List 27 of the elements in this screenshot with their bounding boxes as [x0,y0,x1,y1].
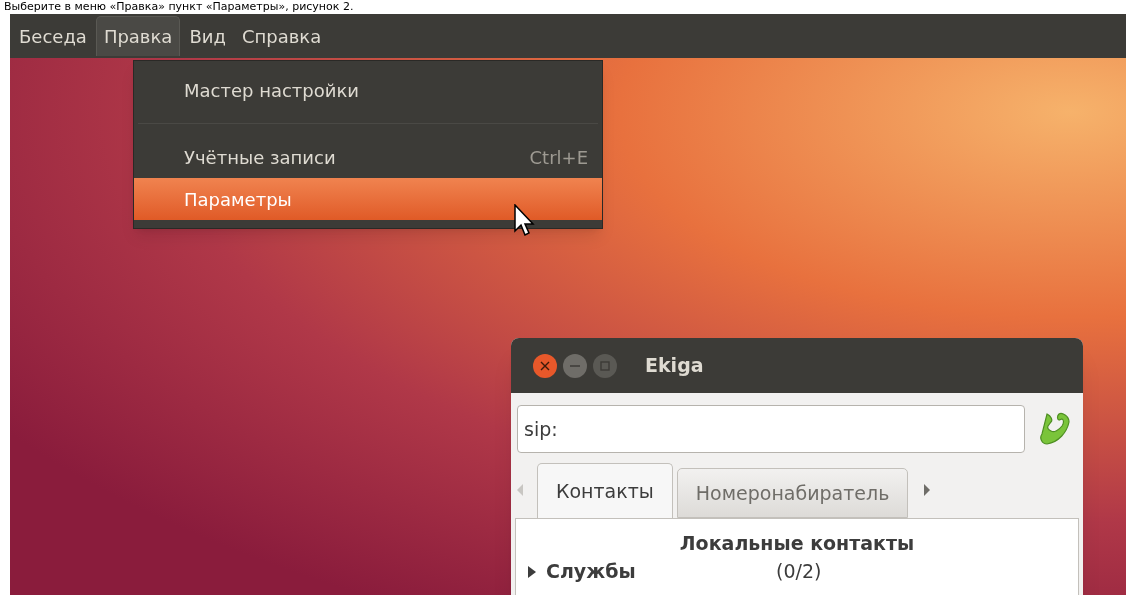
menu-title[interactable]: Правка [95,16,181,56]
minimize-icon [570,364,580,367]
contact-group[interactable]: Службы (0/2) [526,557,1068,586]
expander-icon[interactable] [526,565,538,578]
menu-item-label: Параметры [184,187,292,212]
caption: Выберите в меню «Правка» пункт «Параметры», рисунок 2. [3,0,355,14]
window-title: Ekiga [645,353,704,379]
menu-item[interactable]: Мастер настройки [134,69,602,111]
tab[interactable]: Контакты [537,463,673,518]
group-name: Службы [546,559,637,585]
close-icon [540,360,550,371]
tab[interactable]: Номеронабиратель [676,468,909,518]
maximize-icon [600,360,610,371]
menu-title[interactable]: Справка [234,16,329,56]
menu-title[interactable]: Вид [182,16,233,56]
menu-item[interactable]: Учётные записи Ctrl+E [134,136,602,178]
group-count: (0/2) [776,559,822,585]
minimize-button[interactable] [563,353,587,378]
address-field[interactable]: sip: [517,405,1025,453]
scroll-right-icon[interactable] [924,484,931,496]
shortcut-label: Ctrl+E [529,145,588,170]
close-button[interactable] [533,353,557,378]
menu-item-label: Учётные записи [184,145,336,170]
section-heading: Локальные контакты [678,531,916,556]
menu-item-label: Мастер настройки [184,78,360,103]
mouse-pointer-icon [514,204,536,238]
menu-title[interactable]: Беседа [12,16,94,56]
